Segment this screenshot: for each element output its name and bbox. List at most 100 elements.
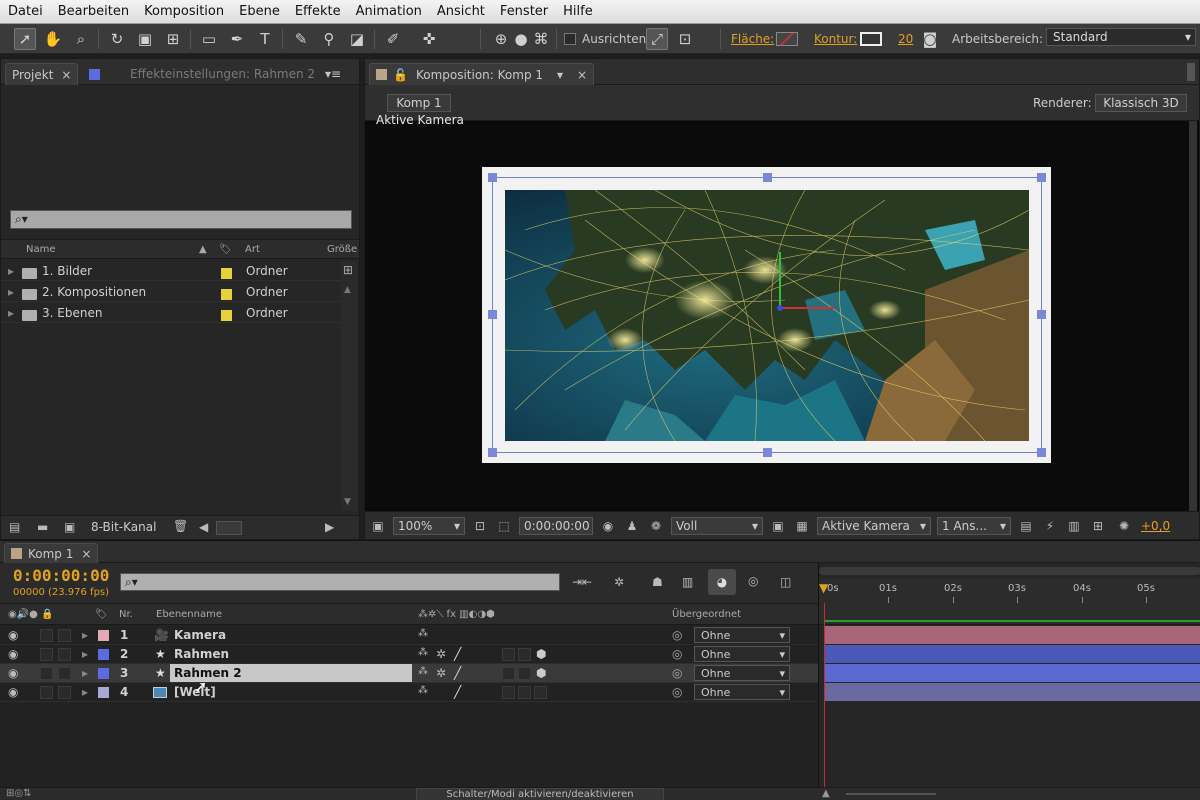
fill-color-swatch[interactable] [776, 28, 798, 50]
3d-layer-cube-icon[interactable]: ⬢ [536, 666, 546, 680]
expand-arrow-icon[interactable]: ▸ [82, 647, 88, 661]
menu-komposition[interactable]: Komposition [140, 4, 235, 19]
layer-row[interactable]: ◉ ▸ 1 🎥 Kamera ⁂ ◎ Ohne ▾ [0, 626, 818, 645]
layer-name[interactable]: Rahmen 2 [174, 666, 242, 680]
quality-switch-icon[interactable]: ╱ [454, 666, 461, 680]
layer-row[interactable]: ◉ ▸ 4 [Welt] ⁂ ╱ ◎ Ohne ▾ [0, 683, 818, 702]
pickwhip-icon[interactable]: ◎ [672, 666, 682, 680]
solo-switch[interactable] [40, 648, 53, 661]
tab-komp-1[interactable]: Komp 1 × [4, 543, 99, 563]
motion-blur-switch[interactable] [502, 686, 515, 699]
transform-handle[interactable] [1037, 448, 1046, 457]
snap-features-icon[interactable]: ⊡ [674, 28, 696, 50]
track-bar-welt[interactable] [824, 683, 1200, 701]
project-item[interactable]: ▸ 3. Ebenen Ordner [1, 303, 341, 323]
view-layout-dropdown[interactable]: 1 Ans... ▾ [937, 517, 1011, 535]
renderer-button[interactable]: Klassisch 3D [1095, 94, 1187, 112]
view-dropdown[interactable]: Aktive Kamera ▾ [817, 517, 931, 535]
safe-margins-icon[interactable]: ⬚ [495, 517, 513, 535]
eraser-tool-icon[interactable]: ◪ [346, 28, 368, 50]
pen-tool-icon[interactable]: ✒ [226, 28, 248, 50]
layer-switches-icons[interactable]: ⊞◎⇅ [6, 788, 31, 799]
scroll-right-icon[interactable]: ▶ [325, 520, 334, 534]
comp-1-button[interactable]: Komp 1 [387, 94, 451, 112]
resolution-dropdown[interactable]: Voll ▾ [671, 517, 763, 535]
snap-icon[interactable]: ⤢ [646, 28, 668, 50]
project-scrollbar[interactable]: ⊞ ▲ ▼ [341, 261, 357, 511]
motion-blur-switch[interactable] [502, 648, 515, 661]
color-channels-icon[interactable]: ❁ [647, 517, 665, 535]
toggle-switches-modes-button[interactable]: Schalter/Modi aktivieren/deaktivieren [416, 788, 664, 800]
transform-handle[interactable] [488, 310, 497, 319]
parent-dropdown[interactable]: Ohne ▾ [694, 627, 790, 643]
label-color-swatch[interactable] [98, 668, 109, 679]
text-tool-icon[interactable]: T [254, 28, 276, 50]
workspace-dropdown[interactable]: Standard ▾ [1046, 28, 1196, 46]
layer-name[interactable]: Kamera [174, 628, 226, 642]
time-ruler[interactable]: 0s 01s 02s 03s 04s 05s ▼ [819, 579, 1200, 603]
parent-dropdown[interactable]: Ohne ▾ [694, 646, 790, 662]
horizontal-scroll-thumb[interactable] [216, 521, 242, 535]
adjustment-switch[interactable] [518, 686, 531, 699]
menu-ansicht[interactable]: Ansicht [433, 4, 496, 19]
current-time-field[interactable]: 0:00:00:00 [519, 517, 593, 535]
panel-menu-icon[interactable]: ▾≡ [319, 63, 347, 85]
zoom-dropdown[interactable]: 100% ▾ [393, 517, 465, 535]
transform-handle[interactable] [1037, 173, 1046, 182]
tab-project[interactable]: Projekt × [5, 63, 79, 85]
expand-arrow-icon[interactable]: ▸ [82, 685, 88, 699]
menu-hilfe[interactable]: Hilfe [559, 4, 604, 19]
menu-ebene[interactable]: Ebene [235, 4, 291, 19]
expand-arrow-icon[interactable]: ▸ [82, 666, 88, 680]
adjustment-switch[interactable] [518, 648, 531, 661]
solo-switch[interactable] [40, 629, 53, 642]
menu-effekte[interactable]: Effekte [291, 4, 352, 19]
menu-fenster[interactable]: Fenster [496, 4, 559, 19]
pickwhip-icon[interactable]: ◎ [672, 685, 682, 699]
viewer-scrollbar[interactable] [1189, 121, 1197, 511]
layer-row[interactable]: ◉ ▸ 3 ★ Rahmen 2 ⁂ ✲ ╱ ⬢ ◎ Ohne ▾ [0, 664, 818, 683]
menu-animation[interactable]: Animation [352, 4, 433, 19]
stroke-color-swatch[interactable] [860, 28, 882, 50]
bit-depth-label[interactable]: 8-Bit-Kanal [91, 520, 156, 534]
expand-arrow-icon[interactable]: ▸ [8, 306, 14, 320]
quality-switch-icon[interactable]: ╱ [454, 685, 461, 699]
solo-switch[interactable] [40, 686, 53, 699]
stroke-width-unit-icon[interactable]: ◙ [918, 28, 942, 50]
transform-handle[interactable] [488, 173, 497, 182]
lock-switch[interactable] [58, 667, 71, 680]
graph-editor-icon[interactable]: ◫ [780, 575, 791, 589]
motion-blur-icon[interactable]: ◕ [708, 569, 736, 595]
collapse-switch-icon[interactable]: ✲ [436, 666, 446, 680]
camera-tool-icon[interactable]: ▣ [134, 28, 156, 50]
fill-label[interactable]: Fläche: [731, 28, 774, 50]
label-color-swatch[interactable] [98, 687, 109, 698]
menu-datei[interactable]: Datei [4, 4, 54, 19]
close-icon[interactable]: × [577, 68, 587, 82]
time-indicator-icon[interactable]: ▼ [819, 581, 828, 595]
transform-handle[interactable] [488, 448, 497, 457]
label-tag-icon[interactable]: 🏷 [219, 244, 232, 255]
project-search-input[interactable]: ⌕▾ [10, 210, 352, 229]
playhead-line[interactable] [824, 603, 825, 800]
rotate-tool-icon[interactable]: ↻ [106, 28, 128, 50]
fast-previews-icon[interactable]: ⚡ [1041, 517, 1059, 535]
align-checkbox[interactable] [564, 28, 576, 50]
rectangle-tool-icon[interactable]: ▭ [198, 28, 220, 50]
timeline-timecode[interactable]: 0:00:00:00 [13, 566, 109, 585]
frame-blending-icon[interactable]: ▥ [682, 575, 693, 589]
zoom-tool-icon[interactable]: ⌕ [70, 28, 92, 50]
pan-behind-tool-icon[interactable]: ⊞ [162, 28, 184, 50]
trash-icon[interactable]: 🗑 [173, 519, 188, 533]
flowchart-icon[interactable]: ⊞ [1089, 517, 1107, 535]
transform-handle[interactable] [1037, 310, 1046, 319]
world-axis-icon[interactable]: ● [510, 28, 532, 50]
transparency-grid-icon[interactable]: ▦ [793, 517, 811, 535]
zoom-slider[interactable] [846, 793, 936, 795]
always-preview-icon[interactable]: ▣ [369, 517, 387, 535]
label-color-swatch[interactable] [98, 649, 109, 660]
timeline-graph-area[interactable]: 0s 01s 02s 03s 04s 05s ▼ [818, 563, 1200, 800]
collapse-switch-icon[interactable]: ✲ [436, 647, 446, 661]
layer-row[interactable]: ◉ ▸ 2 ★ Rahmen ⁂ ✲ ╱ ⬢ ◎ Ohne ▾ [0, 645, 818, 664]
hand-tool-icon[interactable]: ✋ [42, 28, 64, 50]
